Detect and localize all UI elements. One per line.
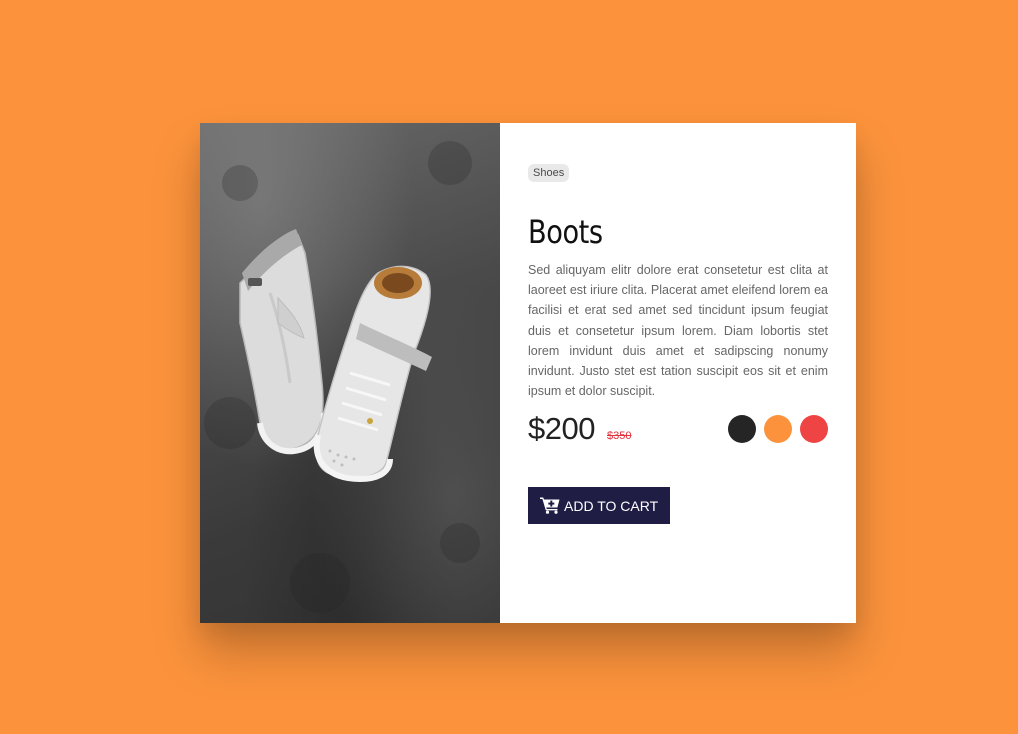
current-price: $200: [528, 411, 595, 447]
color-swatches: [728, 415, 828, 444]
product-details: Shoes Boots Sed aliquyam elitr dolore er…: [500, 123, 856, 623]
product-description: Sed aliquyam elitr dolore erat consetetu…: [528, 263, 828, 399]
category-tag[interactable]: Shoes: [528, 164, 570, 182]
add-to-cart-label: ADD TO CART: [564, 497, 659, 514]
color-swatch-red[interactable]: [800, 415, 828, 444]
product-title: Boots: [528, 213, 603, 251]
prices: $200 $350: [528, 411, 631, 447]
color-swatch-black[interactable]: [728, 415, 756, 444]
color-swatch-orange[interactable]: [764, 415, 792, 444]
price-row: $200 $350: [528, 409, 828, 449]
product-card: Shoes Boots Sed aliquyam elitr dolore er…: [200, 123, 856, 623]
add-to-cart-button[interactable]: ADD TO CART: [528, 487, 671, 525]
cart-plus-icon: [540, 497, 560, 515]
sneakers-photo: [204, 141, 480, 613]
old-price: $350: [606, 430, 632, 443]
product-image: [200, 123, 500, 623]
